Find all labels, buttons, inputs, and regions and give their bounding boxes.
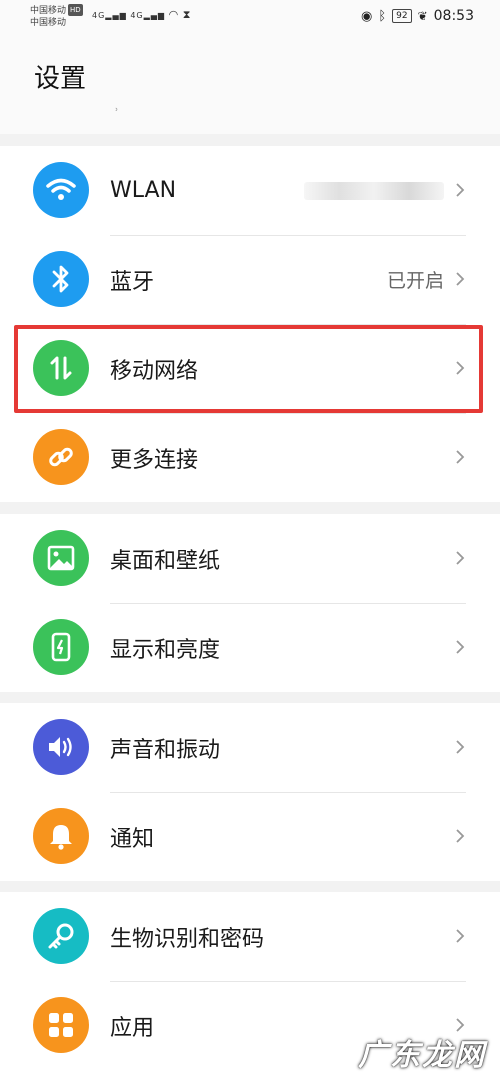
settings-item-biometrics[interactable]: 生物识别和密码	[0, 892, 500, 981]
settings-item-display[interactable]: 显示和亮度	[0, 603, 500, 692]
chevron-right-icon	[456, 361, 465, 375]
settings-item-notifications[interactable]: 通知	[0, 792, 500, 881]
settings-item-more-connections[interactable]: 更多连接	[0, 413, 500, 502]
bluetooth-status-icon: ᛒ	[378, 8, 387, 24]
settings-item-label: 移动网络	[110, 358, 199, 384]
eye-icon: ◉	[360, 8, 373, 24]
settings-group-display: 桌面和壁纸 显示和亮度	[0, 514, 500, 692]
wlan-network-name-blurred	[304, 182, 444, 200]
chevron-right-icon	[456, 829, 465, 843]
settings-item-label: 声音和振动	[110, 737, 221, 763]
clock: 08:53	[433, 8, 474, 24]
settings-item-label: WLAN	[110, 178, 177, 203]
chevron-right-icon	[456, 929, 465, 943]
settings-item-label: 显示和亮度	[110, 637, 221, 663]
settings-item-label: 更多连接	[110, 447, 199, 473]
bell-icon	[33, 808, 89, 864]
status-right: ◉ ᛒ 92 ❦ 08:53	[361, 8, 474, 24]
settings-item-sound[interactable]: 声音和振动	[0, 703, 500, 792]
settings-item-label: 通知	[110, 826, 155, 852]
leaf-icon: ❦	[417, 9, 428, 23]
chevron-right-icon	[456, 551, 465, 565]
signal-bars-icon: ▂▄▆	[105, 11, 127, 20]
carrier-1: 中国移动	[30, 6, 67, 16]
hd-badge: HD	[68, 4, 83, 16]
network-type-1: 4G	[92, 11, 106, 20]
settings-item-label: 生物识别和密码	[110, 926, 265, 952]
settings-item-wlan[interactable]: WLAN	[0, 146, 500, 235]
carrier-2: 中国移动	[30, 18, 67, 28]
chevron-right-icon	[456, 272, 465, 286]
scroll-hint-icon: ʾ	[115, 106, 119, 120]
page-title: 设置	[34, 64, 87, 94]
settings-item-label: 桌面和壁纸	[110, 548, 221, 574]
signal-indicators: 4G▂▄▆ 4G▂▄▆ ◠ ⧗	[92, 8, 192, 22]
link-icon	[33, 429, 89, 485]
sound-icon	[33, 719, 89, 775]
header: 设置 ʾ	[0, 36, 500, 134]
settings-item-wallpaper[interactable]: 桌面和壁纸	[0, 514, 500, 603]
chevron-right-icon	[456, 740, 465, 754]
bluetooth-status: 已开启	[386, 270, 444, 292]
bluetooth-icon	[33, 251, 89, 307]
settings-group-sound: 声音和振动 通知	[0, 703, 500, 881]
settings-item-label: 应用	[110, 1015, 155, 1041]
chevron-right-icon	[456, 450, 465, 464]
wifi-icon	[33, 162, 89, 218]
settings-item-mobile-network[interactable]: 移动网络	[0, 324, 500, 413]
watermark-text: 广东龙网	[358, 1038, 486, 1073]
hourglass-icon: ⧗	[182, 8, 192, 21]
battery-indicator: 92	[392, 9, 412, 23]
status-bar: 中国移动 HD 中国移动 4G▂▄▆ 4G▂▄▆ ◠ ⧗ ◉ ᛒ 92 ❦ 08:…	[0, 0, 500, 36]
settings-item-label: 蓝牙	[110, 269, 155, 295]
wifi-status-icon: ◠	[168, 8, 180, 21]
signal-bars-icon: ▂▄▆	[143, 11, 166, 20]
key-icon	[33, 908, 89, 964]
chevron-right-icon	[456, 183, 465, 197]
wallpaper-icon	[33, 530, 89, 586]
apps-icon	[33, 997, 89, 1053]
mobile-data-icon	[33, 340, 89, 396]
chevron-right-icon	[456, 640, 465, 654]
settings-item-bluetooth[interactable]: 蓝牙 已开启	[0, 235, 500, 324]
brightness-icon	[33, 619, 89, 675]
settings-group-connectivity: WLAN 蓝牙 已开启 移动网络 更多连接	[0, 146, 500, 502]
carrier-info: 中国移动 HD 中国移动	[30, 4, 83, 29]
network-type-2: 4G	[130, 11, 144, 20]
